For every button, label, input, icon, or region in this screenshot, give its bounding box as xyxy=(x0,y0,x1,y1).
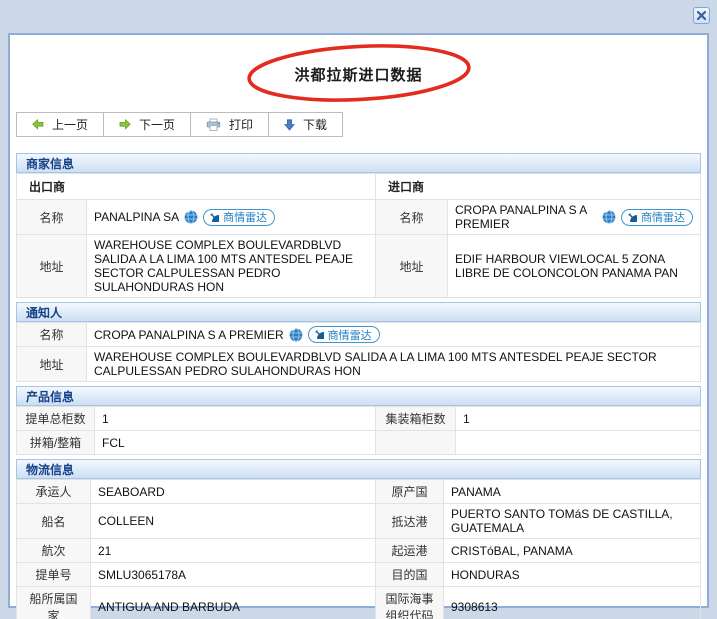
table-row: 提单号 SMLU3065178A 目的国 HONDURAS xyxy=(17,563,701,587)
toolbar: 上一页 下一页 xyxy=(16,112,343,137)
import-data-window: 洪都拉斯进口数据 上一页 下一页 xyxy=(0,0,717,619)
field-value: 1 xyxy=(95,407,376,431)
dialog-panel: 洪都拉斯进口数据 上一页 下一页 xyxy=(8,33,709,608)
field-label: 目的国 xyxy=(376,563,444,587)
field-value: CRISTóBAL, PANAMA xyxy=(444,539,701,563)
arrow-right-icon xyxy=(119,119,131,130)
importer-address-label: 地址 xyxy=(376,235,448,298)
next-page-label: 下一页 xyxy=(139,116,175,133)
field-value: PUERTO SANTO TOMáS DE CASTILLA, GUATEMAL… xyxy=(444,504,701,539)
field-label: 集装箱柜数 xyxy=(376,407,456,431)
logistics-section-header: 物流信息 xyxy=(16,459,701,479)
title-area: 洪都拉斯进口数据 xyxy=(16,42,701,106)
importer-address-value: EDIF HARBOUR VIEWLOCAL 5 ZONA LIBRE DE C… xyxy=(448,235,701,298)
field-label: 拼箱/整箱 xyxy=(17,431,95,455)
field-value: SMLU3065178A xyxy=(91,563,376,587)
radar-icon xyxy=(627,212,638,223)
close-icon xyxy=(697,11,706,20)
field-value: COLLEEN xyxy=(91,504,376,539)
table-row: 航次 21 起运港 CRISTóBAL, PANAMA xyxy=(17,539,701,563)
field-value: 21 xyxy=(91,539,376,563)
page-title: 洪都拉斯进口数据 xyxy=(16,42,701,106)
exporter-address-value: WAREHOUSE COMPLEX BOULEVARDBLVD SALIDA A… xyxy=(87,235,376,298)
field-value: FCL xyxy=(95,431,376,455)
product-section-header: 产品信息 xyxy=(16,386,701,406)
download-label: 下载 xyxy=(303,116,327,133)
product-table: 提单总柜数 1 集装箱柜数 1 拼箱/整箱 FCL xyxy=(16,406,701,455)
radar-icon xyxy=(314,329,325,340)
section-notify-party: 通知人 名称 CROPA PANALPINA S A PREMIER xyxy=(16,302,701,382)
field-label: 承运人 xyxy=(17,480,91,504)
print-label: 打印 xyxy=(229,116,253,133)
field-value: PANAMA xyxy=(444,480,701,504)
prev-page-button[interactable]: 上一页 xyxy=(17,113,104,136)
download-button[interactable]: 下载 xyxy=(269,113,342,136)
radar-badge-label: 商情雷达 xyxy=(223,209,267,225)
printer-icon xyxy=(206,118,221,132)
table-row: 承运人 SEABOARD 原产国 PANAMA xyxy=(17,480,701,504)
table-row: 提单总柜数 1 集装箱柜数 1 xyxy=(17,407,701,431)
logistics-table: 承运人 SEABOARD 原产国 PANAMA 船名 COLLEEN 抵达港 P… xyxy=(16,479,701,619)
field-value: SEABOARD xyxy=(91,480,376,504)
business-radar-badge[interactable]: 商情雷达 xyxy=(621,209,693,226)
arrow-down-icon xyxy=(284,119,295,131)
field-label: 航次 xyxy=(17,539,91,563)
section-merchant-info: 商家信息 出口商 进口商 名称 PANALPINA SA xyxy=(16,153,701,298)
field-value: 1 xyxy=(456,407,701,431)
field-label: 原产国 xyxy=(376,480,444,504)
field-label: 抵达港 xyxy=(376,504,444,539)
section-product-info: 产品信息 提单总柜数 1 集装箱柜数 1 拼箱/整箱 FCL xyxy=(16,386,701,455)
importer-name-value: CROPA PANALPINA S A PREMIER xyxy=(455,203,597,231)
field-label: 起运港 xyxy=(376,539,444,563)
close-button[interactable] xyxy=(693,7,710,24)
exporter-address-label: 地址 xyxy=(17,235,87,298)
notify-name-value: CROPA PANALPINA S A PREMIER xyxy=(94,328,284,342)
table-row: 船所属国家 ANTIGUA AND BARBUDA 国际海事组织代码 93086… xyxy=(17,587,701,619)
exporter-column-header: 出口商 xyxy=(17,174,376,200)
globe-icon[interactable] xyxy=(289,328,303,342)
arrow-left-icon xyxy=(32,119,44,130)
merchant-section-header: 商家信息 xyxy=(16,153,701,173)
field-value: HONDURAS xyxy=(444,563,701,587)
radar-icon xyxy=(209,212,220,223)
field-value xyxy=(456,431,701,455)
print-button[interactable]: 打印 xyxy=(191,113,269,136)
globe-icon[interactable] xyxy=(184,210,198,224)
merchant-table: 出口商 进口商 名称 PANALPINA SA xyxy=(16,173,701,298)
field-label xyxy=(376,431,456,455)
notify-address-value: WAREHOUSE COMPLEX BOULEVARDBLVD SALIDA A… xyxy=(87,347,701,382)
radar-badge-label: 商情雷达 xyxy=(328,327,372,343)
next-page-button[interactable]: 下一页 xyxy=(104,113,191,136)
business-radar-badge[interactable]: 商情雷达 xyxy=(203,209,275,226)
notify-name-label: 名称 xyxy=(17,323,87,347)
prev-page-label: 上一页 xyxy=(52,116,88,133)
field-label: 船名 xyxy=(17,504,91,539)
notify-section-header: 通知人 xyxy=(16,302,701,322)
field-value: ANTIGUA AND BARBUDA xyxy=(91,587,376,619)
field-label: 船所属国家 xyxy=(17,587,91,619)
section-logistics-info: 物流信息 承运人 SEABOARD 原产国 PANAMA 船名 COLLEEN … xyxy=(16,459,701,619)
importer-name-label: 名称 xyxy=(376,200,448,235)
radar-badge-label: 商情雷达 xyxy=(641,209,685,225)
field-value: 9308613 xyxy=(444,587,701,619)
notify-table: 名称 CROPA PANALPINA S A PREMIER xyxy=(16,322,701,382)
field-label: 国际海事组织代码 xyxy=(376,587,444,619)
notify-address-label: 地址 xyxy=(17,347,87,382)
table-row: 拼箱/整箱 FCL xyxy=(17,431,701,455)
exporter-name-label: 名称 xyxy=(17,200,87,235)
globe-icon[interactable] xyxy=(602,210,616,224)
field-label: 提单总柜数 xyxy=(17,407,95,431)
exporter-name-value: PANALPINA SA xyxy=(94,210,179,224)
table-row: 船名 COLLEEN 抵达港 PUERTO SANTO TOMáS DE CAS… xyxy=(17,504,701,539)
importer-column-header: 进口商 xyxy=(376,174,701,200)
business-radar-badge[interactable]: 商情雷达 xyxy=(308,326,380,343)
field-label: 提单号 xyxy=(17,563,91,587)
